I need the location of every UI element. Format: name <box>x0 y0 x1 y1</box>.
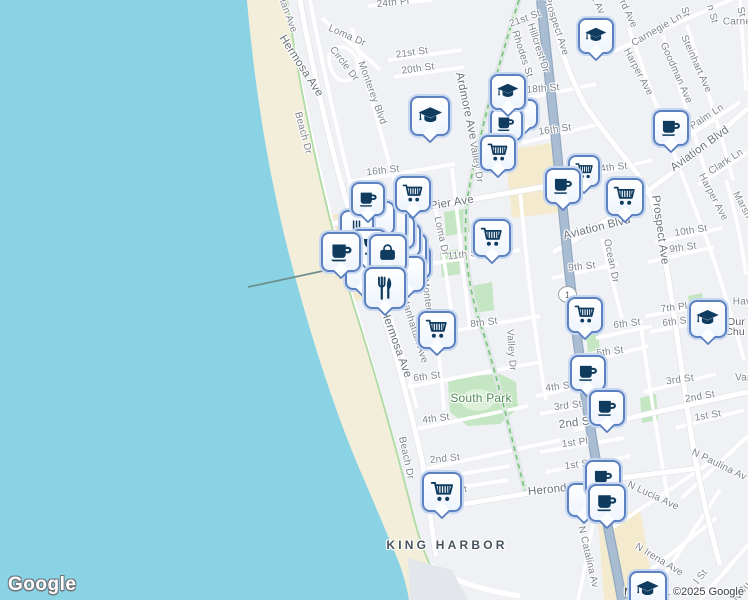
graduation-cap-icon <box>496 80 520 104</box>
shopping-cart-icon <box>479 225 504 250</box>
shopping-cart-icon <box>573 303 597 327</box>
coffee-cup-icon <box>595 396 619 420</box>
restaurant-marker[interactable] <box>364 267 406 317</box>
coffee-cup-icon <box>328 239 355 266</box>
shopping-cart-marker[interactable] <box>418 311 456 357</box>
coffee-cup-marker[interactable] <box>589 390 625 434</box>
park-label: South Park <box>450 391 512 405</box>
graduation-cap-icon <box>695 306 720 331</box>
graduation-cap-icon <box>584 24 608 48</box>
shopping-cart-icon <box>401 182 425 206</box>
graduation-cap-icon <box>635 577 660 600</box>
coffee-cup-marker[interactable] <box>570 355 606 399</box>
graduation-cap-marker[interactable] <box>578 18 614 62</box>
graduation-cap-marker[interactable] <box>689 300 727 346</box>
shopping-cart-marker[interactable] <box>395 176 431 220</box>
coffee-cup-marker[interactable] <box>653 110 689 154</box>
graduation-cap-marker[interactable] <box>629 571 667 600</box>
shopping-cart-marker[interactable] <box>473 219 511 265</box>
street-label: Carne <box>722 16 748 28</box>
street-label: Chu <box>725 326 745 338</box>
graduation-cap-marker[interactable] <box>490 74 526 118</box>
restaurant-icon <box>371 274 399 302</box>
shopping-bag-icon <box>375 240 400 265</box>
coffee-cup-marker[interactable] <box>321 232 361 280</box>
coffee-cup-icon <box>594 490 619 515</box>
coffee-cup-marker[interactable] <box>588 484 626 530</box>
graduation-cap-icon <box>417 103 444 130</box>
shopping-cart-icon <box>486 141 510 165</box>
coffee-cup-marker[interactable] <box>545 168 581 212</box>
coffee-cup-icon <box>659 116 683 140</box>
shopping-cart-icon <box>612 184 637 209</box>
google-logo[interactable]: Google <box>8 574 76 596</box>
shopping-cart-icon <box>429 479 456 506</box>
locality-label: KING HARBOR <box>386 538 508 552</box>
shopping-cart-marker[interactable] <box>606 178 644 224</box>
shopping-cart-marker[interactable] <box>480 135 516 179</box>
street-label: Van <box>735 372 748 384</box>
shopping-cart-marker[interactable] <box>567 297 603 341</box>
graduation-cap-marker[interactable] <box>410 96 450 144</box>
coffee-cup-marker[interactable] <box>351 182 385 224</box>
coffee-cup-icon <box>551 174 575 198</box>
coffee-cup-icon <box>576 361 600 385</box>
shopping-cart-marker[interactable] <box>422 472 462 520</box>
coffee-cup-icon <box>357 188 379 210</box>
map-canvas[interactable]: 24th Pl tan Ave Hermosa Ave Beach Dr Loma Dr… <box>0 0 748 600</box>
street-label: Hav <box>732 296 748 308</box>
shopping-cart-icon <box>424 317 449 342</box>
